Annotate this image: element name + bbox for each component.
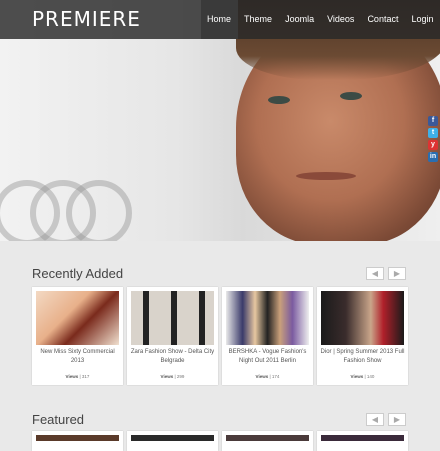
video-card[interactable]: Dior | Spring Summer 2013 Full Fashion S… bbox=[317, 287, 408, 385]
next-arrow-button[interactable]: ▶ bbox=[388, 413, 406, 426]
recent-cards: New Miss Sixty Commercial 2013 Views | 3… bbox=[32, 287, 408, 385]
eye-right bbox=[340, 92, 362, 100]
section-title-featured: Featured bbox=[32, 412, 85, 427]
recent-arrows: ◀ ▶ bbox=[366, 267, 406, 280]
video-thumbnail[interactable] bbox=[36, 435, 119, 441]
next-arrow-button[interactable]: ▶ bbox=[388, 267, 406, 280]
video-title[interactable]: Zara Fashion Show - Delta City Belgrade bbox=[130, 348, 215, 366]
video-card[interactable] bbox=[32, 431, 123, 451]
nav-item-home[interactable]: Home bbox=[200, 0, 238, 39]
twitter-icon[interactable]: t bbox=[428, 128, 438, 138]
featured-arrows: ◀ ▶ bbox=[366, 413, 406, 426]
nav-item-theme[interactable]: Theme bbox=[238, 0, 279, 39]
site-logo[interactable]: PREMIERE bbox=[32, 7, 141, 31]
video-thumbnail[interactable] bbox=[36, 291, 119, 345]
video-card[interactable]: New Miss Sixty Commercial 2013 Views | 3… bbox=[32, 287, 123, 385]
youtube-icon[interactable]: y bbox=[428, 140, 438, 150]
facebook-icon[interactable]: f bbox=[428, 116, 438, 126]
section-title-recent: Recently Added bbox=[32, 266, 124, 281]
video-card[interactable]: BERSHKA - Vogue Fashion's Night Out 2011… bbox=[222, 287, 313, 385]
main-nav: Home Theme Joomla Videos Contact Login bbox=[200, 0, 440, 39]
video-thumbnail[interactable] bbox=[321, 291, 404, 345]
header-bar: PREMIERE Home Theme Joomla Videos Contac… bbox=[0, 0, 440, 39]
nav-item-joomla[interactable]: Joomla bbox=[279, 0, 321, 39]
prev-arrow-button[interactable]: ◀ bbox=[366, 267, 384, 280]
nav-item-contact[interactable]: Contact bbox=[361, 0, 405, 39]
views-count: Views | 317 bbox=[65, 374, 90, 379]
views-count: Views | 174 bbox=[255, 374, 280, 379]
video-thumbnail[interactable] bbox=[226, 291, 309, 345]
video-title[interactable]: New Miss Sixty Commercial 2013 bbox=[35, 348, 120, 366]
video-card[interactable] bbox=[317, 431, 408, 451]
linkedin-icon[interactable]: in bbox=[428, 152, 438, 162]
audi-logo-rings bbox=[0, 180, 140, 241]
social-links: f t y in bbox=[428, 116, 439, 164]
video-card[interactable] bbox=[222, 431, 313, 451]
video-thumbnail[interactable] bbox=[226, 435, 309, 441]
prev-arrow-button[interactable]: ◀ bbox=[366, 413, 384, 426]
eye-left bbox=[268, 96, 290, 104]
nav-item-login[interactable]: Login bbox=[405, 0, 440, 39]
video-thumbnail[interactable] bbox=[131, 291, 214, 345]
views-count: Views | 140 bbox=[350, 374, 375, 379]
video-card[interactable] bbox=[127, 431, 218, 451]
nav-item-videos[interactable]: Videos bbox=[321, 0, 361, 39]
video-title[interactable]: BERSHKA - Vogue Fashion's Night Out 2011… bbox=[225, 348, 310, 366]
views-count: Views | 299 bbox=[160, 374, 185, 379]
video-thumbnail[interactable] bbox=[321, 435, 404, 441]
video-title[interactable]: Dior | Spring Summer 2013 Full Fashion S… bbox=[320, 348, 405, 366]
video-card[interactable]: Zara Fashion Show - Delta City Belgrade … bbox=[127, 287, 218, 385]
video-thumbnail[interactable] bbox=[131, 435, 214, 441]
featured-cards bbox=[32, 431, 408, 451]
